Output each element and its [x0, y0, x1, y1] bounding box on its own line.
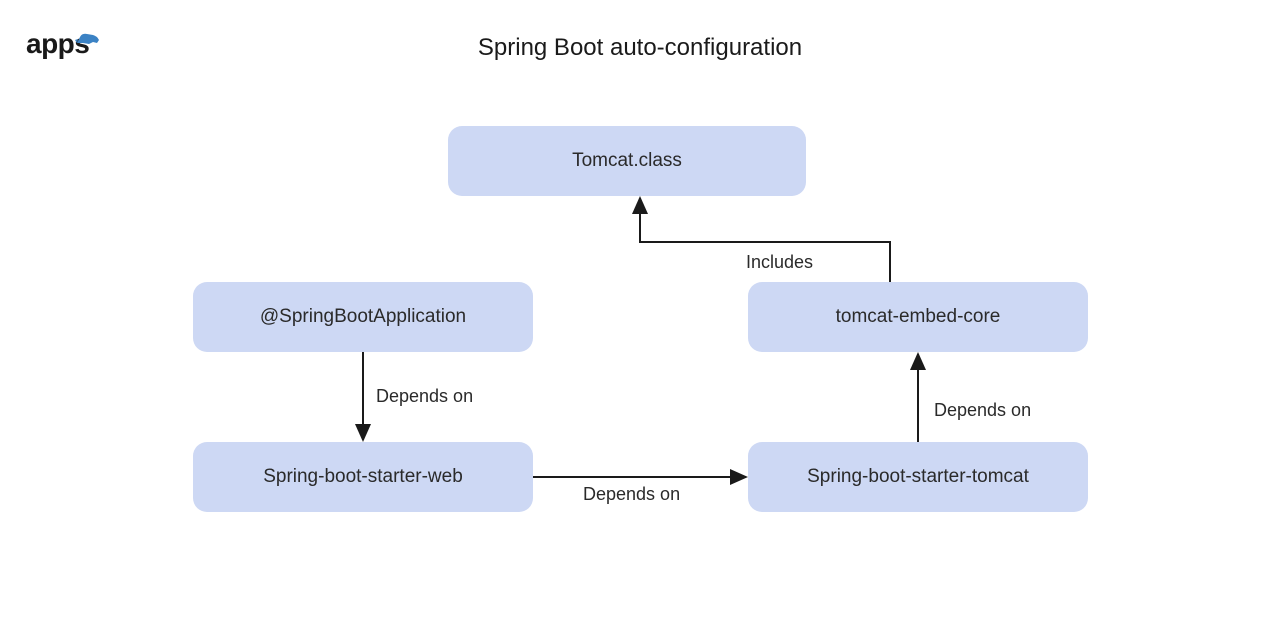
box-tomcat-class: Tomcat.class [448, 126, 806, 196]
logo: apps [26, 28, 89, 60]
box-springboot-app: @SpringBootApplication [193, 282, 533, 352]
box-label: @SpringBootApplication [260, 306, 466, 328]
label-depends-on-3: Depends on [934, 400, 1031, 421]
arrows-layer [0, 0, 1280, 628]
box-label: Spring-boot-starter-tomcat [807, 466, 1029, 488]
box-label: Tomcat.class [572, 150, 682, 172]
page-title: Spring Boot auto-configuration [478, 34, 802, 62]
label-depends-on-2: Depends on [583, 484, 680, 505]
box-tomcat-embed: tomcat-embed-core [748, 282, 1088, 352]
label-includes: Includes [746, 252, 813, 273]
label-depends-on-1: Depends on [376, 386, 473, 407]
box-label: tomcat-embed-core [836, 306, 1001, 328]
box-starter-tomcat: Spring-boot-starter-tomcat [748, 442, 1088, 512]
rhino-icon [75, 22, 101, 54]
box-starter-web: Spring-boot-starter-web [193, 442, 533, 512]
box-label: Spring-boot-starter-web [263, 466, 463, 488]
